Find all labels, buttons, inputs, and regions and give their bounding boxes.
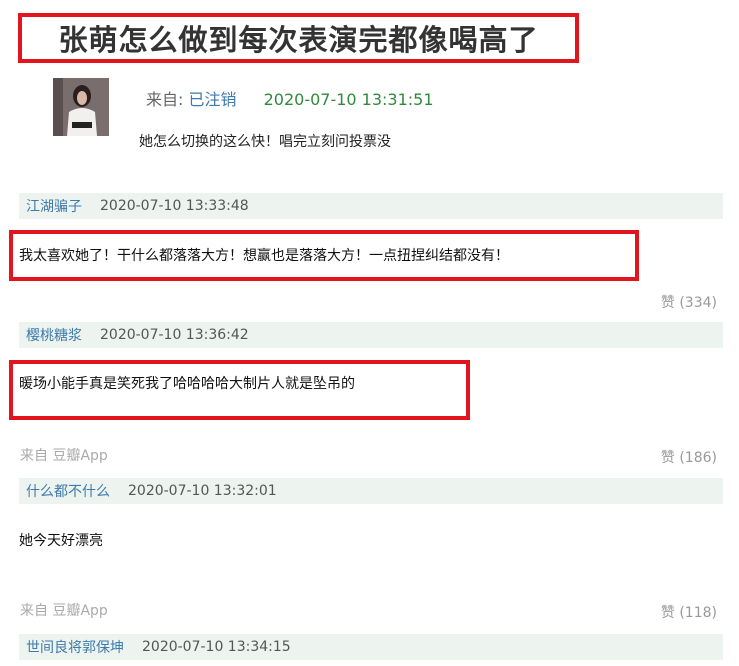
post-title-highlight: 张萌怎么做到每次表演完都像喝高了 [18,13,579,63]
post-body: 她怎么切换的这么快！唱完立刻问投票没 [139,134,391,150]
avatar-photo-icon [53,78,109,136]
like-button[interactable]: 赞 (334) [661,292,717,312]
like-button[interactable]: 赞 (118) [661,602,717,622]
like-button[interactable]: 赞 (186) [661,447,717,467]
comment-user-link[interactable]: 世间良将郭保坤 [26,637,124,657]
avatar[interactable] [53,78,109,136]
comment-time: 2020-07-10 13:32:01 [128,483,277,499]
comment-header: 江湖骗子 2020-07-10 13:33:48 [19,193,723,219]
comment-header: 樱桃糖浆 2020-07-10 13:36:42 [19,322,723,348]
comment-user-link[interactable]: 樱桃糖浆 [26,325,82,345]
comment-text: 我太喜欢她了！干什么都落落大方！想赢也是落落大方！一点扭捏纠结都没有！ [19,248,509,264]
post-time: 2020-07-10 13:31:51 [263,90,434,109]
post-author-link[interactable]: 已注销 [189,90,237,109]
comment-time: 2020-07-10 13:34:15 [142,639,291,655]
comment-time: 2020-07-10 13:33:48 [100,198,249,214]
comment-header: 世间良将郭保坤 2020-07-10 13:34:15 [19,634,723,660]
comment-source: 来自 豆瓣App [20,448,108,464]
comment-user-link[interactable]: 什么都不什么 [26,481,110,501]
comment-header: 什么都不什么 2020-07-10 13:32:01 [19,478,723,504]
from-label: 来自: [146,90,184,109]
comment-source: 来自 豆瓣App [20,603,108,619]
comment-user-link[interactable]: 江湖骗子 [26,196,82,216]
comment-text: 她今天好漂亮 [19,533,103,549]
comment-text: 暖场小能手真是笑死我了哈哈哈哈大制片人就是坠吊的 [19,376,355,392]
post-meta: 来自: 已注销 2020-07-10 13:31:51 [146,86,434,110]
post-title: 张萌怎么做到每次表演完都像喝高了 [58,23,539,57]
comment-time: 2020-07-10 13:36:42 [100,327,249,343]
